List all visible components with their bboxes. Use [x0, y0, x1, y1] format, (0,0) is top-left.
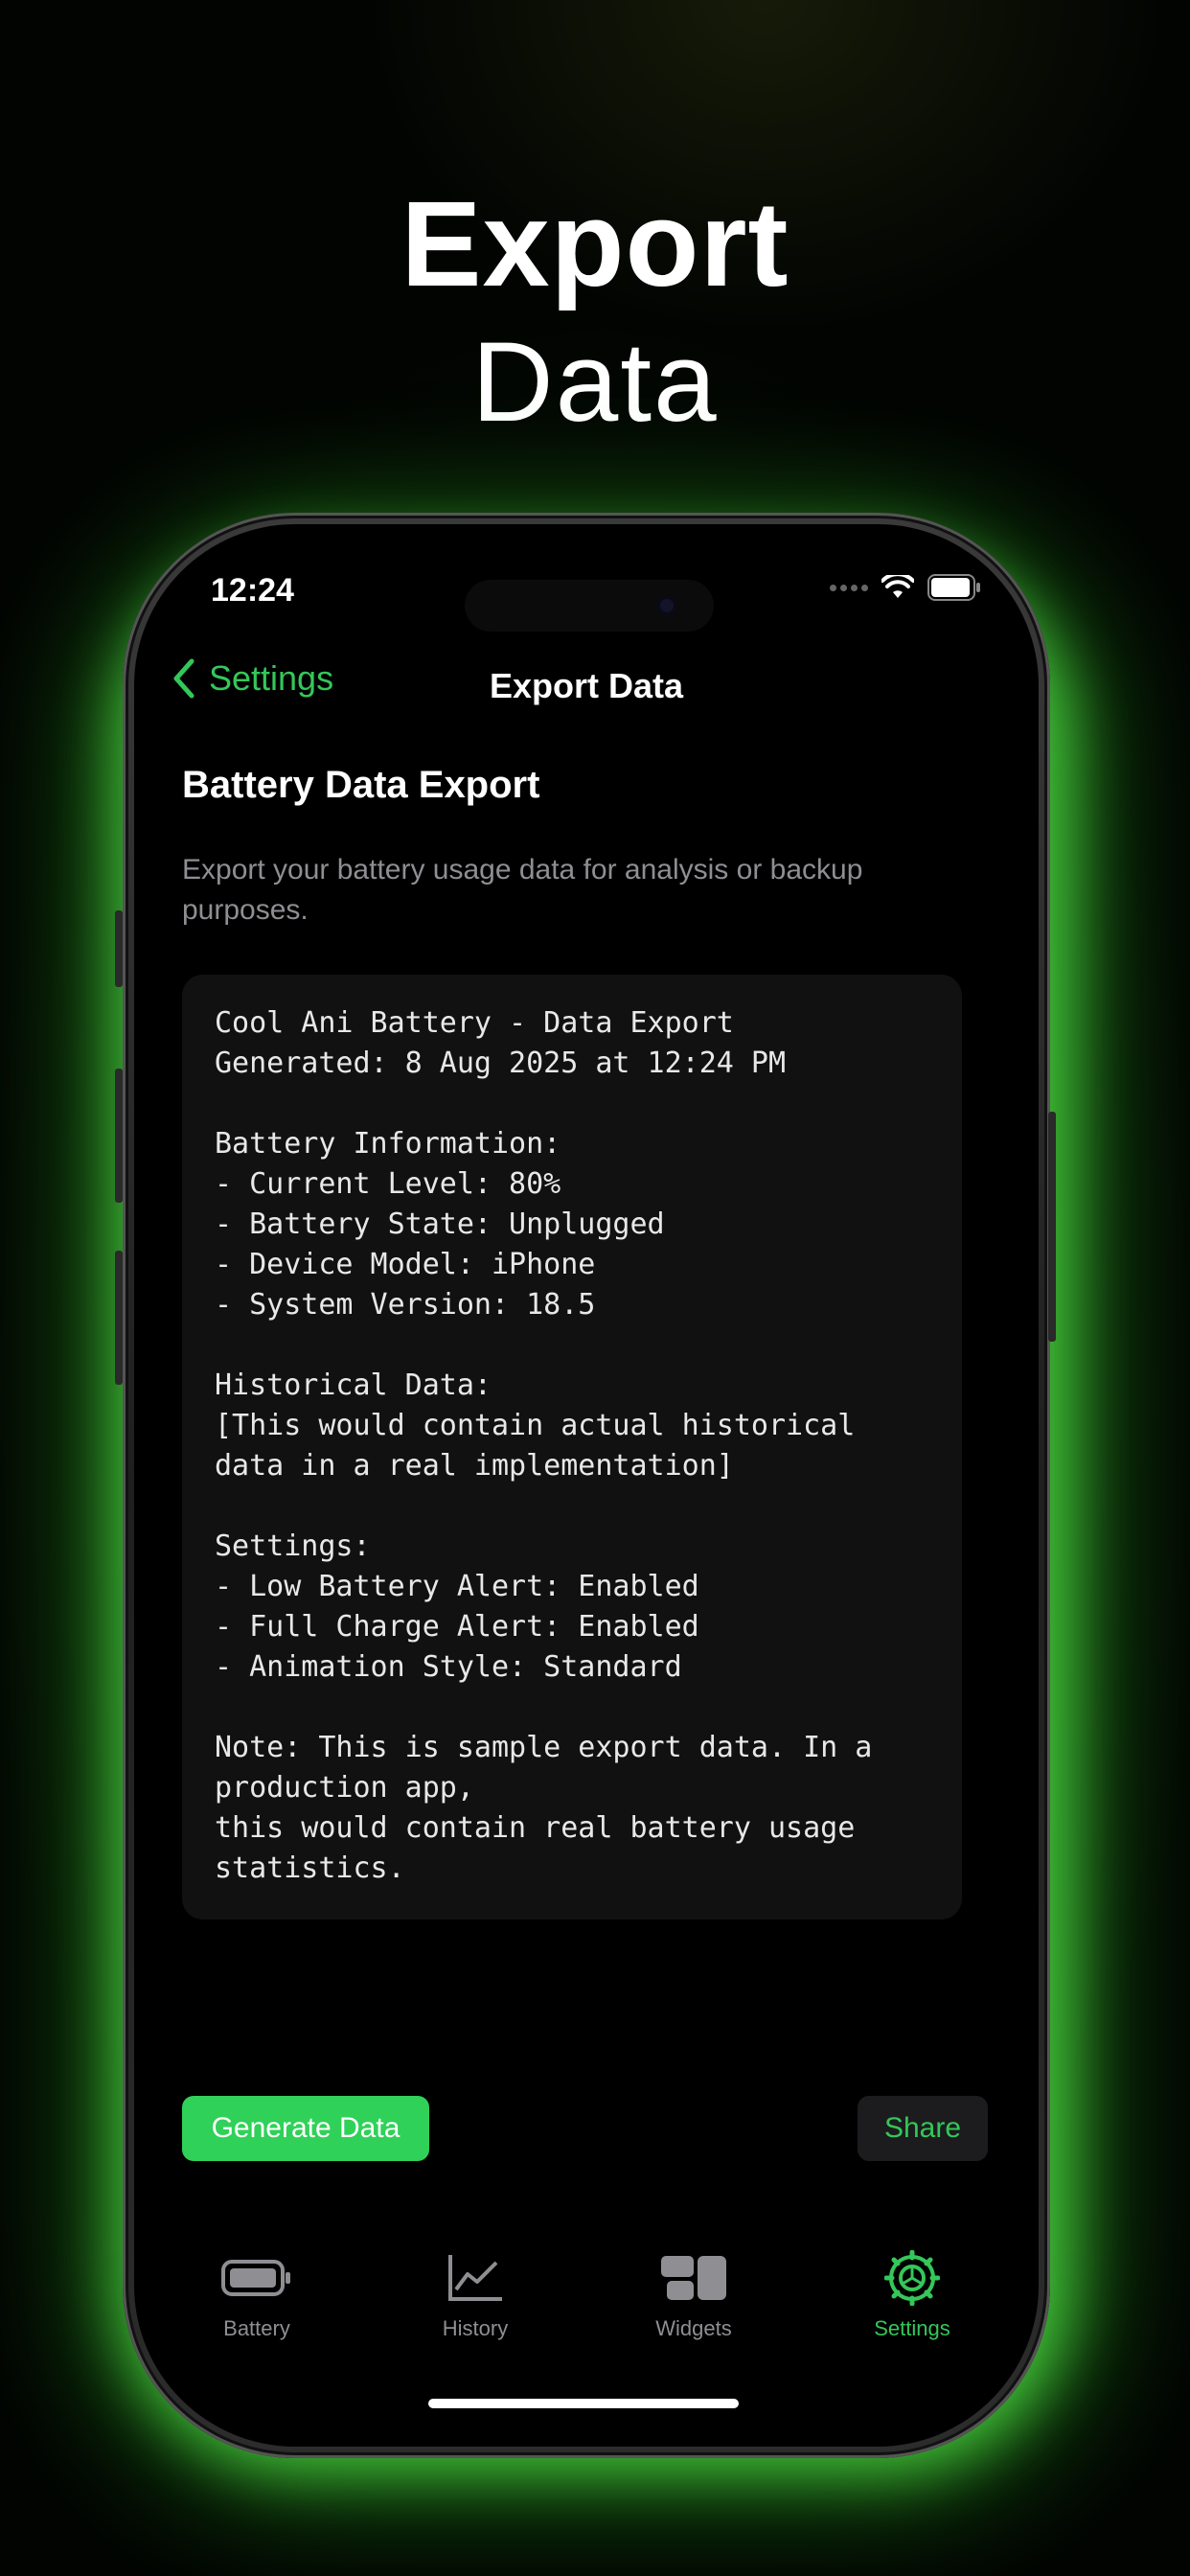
signal-icon [830, 584, 868, 591]
chart-icon [448, 2255, 502, 2301]
tab-history-label: History [442, 2316, 509, 2340]
widgets-icon [661, 2256, 726, 2300]
wifi-icon [881, 575, 914, 598]
tab-history[interactable]: History [408, 2249, 542, 2355]
power-button [1048, 1112, 1056, 1342]
battery-status-icon [927, 574, 980, 601]
status-icons [830, 574, 981, 601]
tab-settings[interactable]: Settings [845, 2249, 979, 2355]
gear-icon [884, 2250, 940, 2306]
section-title: Battery Data Export [182, 764, 540, 806]
headline-title: Export [400, 176, 790, 311]
tab-bar: Battery History Widgets Settings [134, 2249, 1039, 2355]
phone-screen: 12:24 Settings Export Data Battery Data … [134, 524, 1039, 2447]
battery-icon [221, 2260, 290, 2296]
export-preview[interactable]: Cool Ani Battery - Data Export Generated… [182, 975, 962, 1920]
volume-up-button [115, 1069, 123, 1203]
status-time: 12:24 [211, 572, 294, 609]
home-indicator[interactable] [428, 2399, 739, 2408]
nav-title: Export Data [489, 666, 684, 705]
volume-down-button [115, 1251, 123, 1385]
tab-battery[interactable]: Battery [190, 2249, 324, 2355]
headline-subtitle: Data [471, 319, 719, 446]
export-text: Cool Ani Battery - Data Export Generated… [215, 1006, 873, 1885]
action-button [115, 910, 123, 987]
generate-data-button[interactable]: Generate Data [182, 2096, 429, 2161]
camera-icon [656, 595, 677, 616]
tab-widgets[interactable]: Widgets [627, 2249, 761, 2355]
tab-battery-label: Battery [223, 2316, 290, 2340]
tab-widgets-label: Widgets [655, 2316, 732, 2340]
share-button[interactable]: Share [858, 2096, 988, 2161]
tab-settings-label: Settings [874, 2316, 950, 2340]
section-description: Export your battery usage data for analy… [182, 854, 863, 926]
